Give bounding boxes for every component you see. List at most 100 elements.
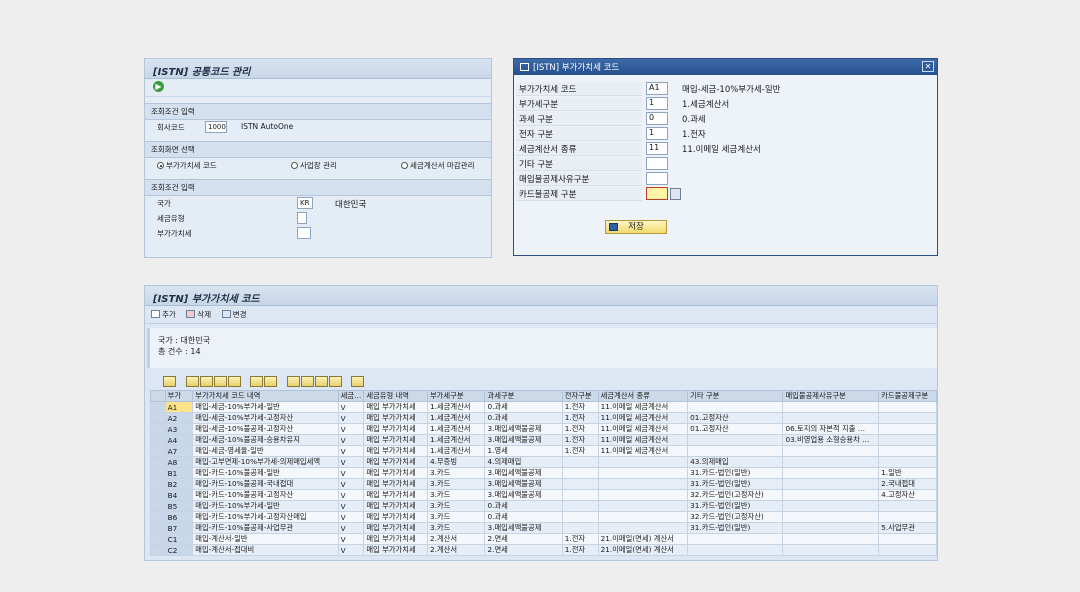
table-row[interactable]: B1 매입-카드-10%불공제-일반 V 매입 부가가치세 3.카드 3.매입세액불공제 3…: [150, 467, 937, 479]
company-label: 회사코드: [157, 123, 185, 132]
row-selector[interactable]: [150, 522, 166, 534]
vat-code-field[interactable]: A1: [646, 82, 668, 95]
taxtype-field[interactable]: [297, 212, 307, 224]
column-header[interactable]: 부가: [164, 390, 194, 402]
filter-icon[interactable]: [227, 376, 241, 387]
table-row[interactable]: B4 매입-카드-10%불공제-고정자산 V 매입 부가가치세 3.카드 3.매입세액불공…: [150, 489, 937, 501]
row-selector[interactable]: [150, 489, 166, 501]
vat-field[interactable]: [297, 227, 311, 239]
row-selector[interactable]: [150, 423, 166, 435]
table-cell: [687, 401, 784, 413]
row-selector[interactable]: [150, 478, 166, 490]
table-body: A1 매입-세금-10%부가세-일반 V 매입 부가가치세 1.세금계산서 0.과세 1.전…: [150, 401, 937, 556]
save-button[interactable]: 저장: [605, 220, 667, 234]
column-header[interactable]: 과세구분: [484, 390, 563, 402]
table-row[interactable]: A2 매입-세금-10%부가세-고정자산 V 매입 부가가치세 1.세금계산서 0.과세 1…: [150, 412, 937, 424]
column-header[interactable]: 세금유형 내역: [363, 390, 428, 402]
row-selector[interactable]: [150, 533, 166, 545]
print-icon[interactable]: [286, 376, 300, 387]
row-selector[interactable]: [150, 456, 166, 468]
field-label: 전자 구분: [516, 127, 642, 141]
dialog-row: 기타 구분: [514, 157, 937, 172]
sort-ascending-icon[interactable]: [185, 376, 199, 387]
select-all-cell[interactable]: [150, 390, 166, 402]
row-selector[interactable]: [150, 434, 166, 446]
table-cell: V: [337, 533, 365, 545]
detail-icon[interactable]: [163, 376, 176, 387]
layout-icon[interactable]: [328, 376, 342, 387]
change-label: 변경: [232, 310, 247, 319]
code-cell: A1: [164, 401, 194, 413]
table-row[interactable]: A7 매입-세금-영세율-일반 V 매입 부가가치세 1.세금계산서 1.영세 1.전자 11…: [150, 445, 937, 457]
table-cell: [561, 511, 599, 523]
table-row[interactable]: B2 매입-카드-10%불공제-국내접대 V 매입 부가가치세 3.카드 3.매입세액불공…: [150, 478, 937, 490]
row-selector[interactable]: [150, 445, 166, 457]
table-cell: [782, 456, 880, 468]
table-row[interactable]: A8 매입-고부면제-10%부가세-의제매입세액 V 매입 부가가치세 4.무증빙 4.의…: [150, 456, 937, 468]
table-cell: 3.카드: [426, 500, 486, 512]
electronic-field[interactable]: 1: [646, 127, 668, 140]
column-header[interactable]: 매입불공제사유구분: [782, 390, 880, 402]
subtotal-icon[interactable]: [264, 376, 278, 387]
table-cell: V: [337, 467, 365, 479]
sum-icon[interactable]: [250, 376, 264, 387]
code-cell: B1: [164, 467, 194, 479]
add-button[interactable]: 추가: [151, 309, 176, 320]
table-row[interactable]: C1 매입-계산서-일반 V 매입 부가가치세 2.계산서 2.면세 1.전자 21.이메일(…: [150, 533, 937, 545]
column-header[interactable]: 부가가치세 코드 내역: [192, 390, 339, 402]
table-cell: 매입-카드-10%부가세-일반: [192, 500, 339, 512]
value-help-icon[interactable]: [670, 188, 681, 200]
table-cell: 1.세금계산서: [426, 401, 486, 413]
row-selector[interactable]: [150, 511, 166, 523]
card-nondeductible-field[interactable]: [646, 187, 668, 200]
change-button[interactable]: 변경: [221, 309, 247, 320]
save-label: 저장: [628, 222, 644, 232]
column-header[interactable]: 카드불공제구분: [878, 390, 937, 402]
execute-icon[interactable]: ▶: [153, 81, 164, 92]
table-row[interactable]: B5 매입-카드-10%부가세-일반 V 매입 부가가치세 3.카드 0.과세 31.카드-…: [150, 500, 937, 512]
vat-division-field[interactable]: 1: [646, 97, 668, 110]
column-header[interactable]: 전자구분: [561, 390, 599, 402]
column-header[interactable]: 기타 구분: [687, 390, 784, 402]
column-header[interactable]: 세금…: [337, 390, 365, 402]
table-row[interactable]: B7 매입-카드-10%불공제-사업무관 V 매입 부가가치세 3.카드 3.매입세액불공…: [150, 522, 937, 534]
row-selector[interactable]: [150, 412, 166, 424]
radio-selected-icon[interactable]: [157, 162, 164, 169]
column-header[interactable]: 부가세구분: [426, 390, 486, 402]
table-row[interactable]: A4 매입-세금-10%불공제-승용차유지 V 매입 부가가치세 1.세금계산서 3.매입…: [150, 434, 937, 446]
table-row[interactable]: A1 매입-세금-10%부가세-일반 V 매입 부가가치세 1.세금계산서 0.과세 1.전…: [150, 401, 937, 413]
dialog-row: 전자 구분 1 1.전자: [514, 127, 937, 142]
country-label: 국가: [157, 199, 171, 208]
info-icon[interactable]: [351, 376, 365, 387]
close-icon[interactable]: ✕: [922, 61, 934, 72]
code-cell: C1: [164, 533, 194, 545]
delete-button[interactable]: 삭제: [186, 309, 211, 320]
row-selector[interactable]: [150, 467, 166, 479]
other-division-field[interactable]: [646, 157, 668, 170]
table-cell: 2.면세: [484, 544, 563, 556]
row-selector[interactable]: [150, 500, 166, 512]
radio-vat-code[interactable]: 부가가치세 코드: [157, 160, 217, 171]
export-icon[interactable]: [314, 376, 328, 387]
nondeductible-reason-field[interactable]: [646, 172, 668, 185]
radio-business-place[interactable]: 사업장 관리: [291, 160, 337, 171]
find-icon[interactable]: [213, 376, 227, 387]
country-code-field[interactable]: KR: [297, 197, 313, 209]
views-icon[interactable]: [300, 376, 314, 387]
row-selector[interactable]: [150, 544, 166, 556]
taxation-field[interactable]: 0: [646, 112, 668, 125]
radio-icon[interactable]: [291, 162, 298, 169]
table-cell: [561, 478, 599, 490]
radio-icon[interactable]: [401, 162, 408, 169]
invoice-type-field[interactable]: 11: [646, 142, 668, 155]
radio-invoice-closing[interactable]: 세금계산서 마감관리: [401, 160, 474, 171]
company-code-field[interactable]: 1000: [205, 121, 227, 133]
sort-descending-icon[interactable]: [199, 376, 213, 387]
row-selector[interactable]: [150, 401, 166, 413]
table-cell: 3.카드: [426, 478, 486, 490]
table-row[interactable]: C2 매입-계산서-접대비 V 매입 부가가치세 2.계산서 2.면세 1.전자 21.이메일…: [150, 544, 937, 556]
radio-label: 사업장 관리: [300, 161, 337, 170]
column-header[interactable]: 세금계산서 종류: [597, 390, 689, 402]
table-row[interactable]: B6 매입-카드-10%부가세-고정자산매입 V 매입 부가가치세 3.카드 0.과세 32…: [150, 511, 937, 523]
table-row[interactable]: A3 매입-세금-10%불공제-고정자산 V 매입 부가가치세 1.세금계산서 3.매입세…: [150, 423, 937, 435]
